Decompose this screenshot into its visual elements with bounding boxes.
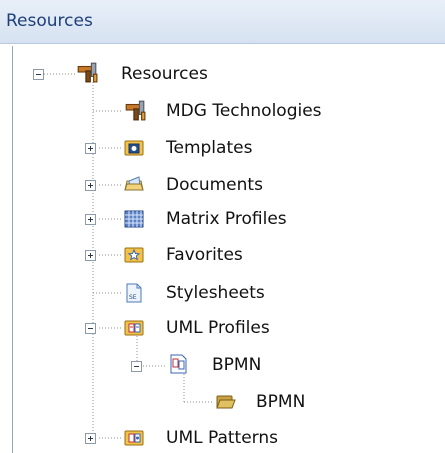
svg-text:SE: SE	[129, 294, 137, 301]
resources-panel: Resources Resources MDG Technologies Tem…	[0, 0, 445, 453]
tree-item-stylesheets[interactable]: Stylesheets	[166, 283, 265, 303]
tree-item-matrix-profiles[interactable]: Matrix Profiles	[166, 209, 287, 229]
template-folder-icon	[124, 140, 144, 156]
panel-title: Resources	[6, 11, 93, 31]
uml-profile-icon	[170, 354, 187, 374]
tree-item-uml-profiles[interactable]: UML Profiles	[166, 318, 270, 338]
matrix-grid-icon	[124, 210, 144, 228]
tree-item-documents[interactable]: Documents	[166, 175, 263, 195]
tree-item-templates[interactable]: Templates	[166, 138, 252, 158]
uml-profiles-collapse-toggle[interactable]	[85, 323, 96, 334]
panel-title-bar[interactable]: Resources	[0, 0, 445, 44]
uml-patterns-expand-toggle[interactable]	[85, 433, 96, 444]
stylesheet-file-icon: SE	[126, 283, 142, 303]
tree-item-bpmn-profile[interactable]: BPMN	[212, 355, 261, 375]
uml-pattern-folder-icon	[124, 430, 144, 446]
favorites-folder-icon	[124, 247, 144, 263]
tree-item-bpmn-folder[interactable]: BPMN	[256, 392, 305, 412]
root-collapse-toggle[interactable]	[33, 69, 44, 80]
tree-item-uml-patterns[interactable]: UML Patterns	[166, 428, 278, 448]
favorites-expand-toggle[interactable]	[85, 250, 96, 261]
bpmn-collapse-toggle[interactable]	[131, 361, 142, 372]
tree-item-mdg-technologies[interactable]: MDG Technologies	[166, 101, 322, 121]
tools-icon	[77, 62, 98, 83]
tools-icon	[125, 100, 146, 121]
uml-profile-folder-icon	[124, 320, 144, 336]
tree-item-favorites[interactable]: Favorites	[166, 245, 243, 265]
documents-icon	[124, 176, 144, 191]
matrix-profiles-expand-toggle[interactable]	[85, 214, 96, 225]
tree-root-label[interactable]: Resources	[121, 64, 208, 84]
templates-expand-toggle[interactable]	[85, 143, 96, 154]
open-folder-icon	[216, 395, 236, 409]
documents-expand-toggle[interactable]	[85, 180, 96, 191]
